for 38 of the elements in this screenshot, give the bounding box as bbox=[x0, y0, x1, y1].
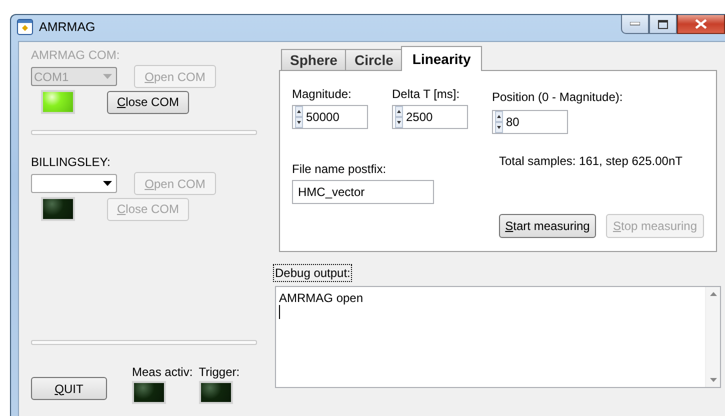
start-measuring-button[interactable]: Start measuring bbox=[499, 214, 596, 238]
port-label: AMRMAG COM: bbox=[31, 48, 121, 63]
total-samples-text: Total samples: 161, step 625.00nT bbox=[499, 154, 684, 168]
spin-field[interactable]: 50000 bbox=[292, 105, 368, 129]
close-icon bbox=[695, 19, 707, 29]
tab[interactable]: Linearity bbox=[401, 46, 482, 71]
spin-field[interactable]: 2500 bbox=[392, 105, 468, 129]
field-label: Magnitude: bbox=[292, 87, 352, 101]
scrollbar[interactable] bbox=[705, 287, 720, 387]
port-dropdown[interactable] bbox=[31, 174, 117, 193]
scroll-up-icon[interactable] bbox=[710, 292, 716, 296]
field-label: Delta T [ms]: bbox=[392, 87, 461, 101]
debug-line: AMRMAG open bbox=[279, 291, 364, 305]
indicator-label: Meas activ: bbox=[132, 365, 193, 379]
minimize-button[interactable] bbox=[621, 15, 649, 34]
indicator-label: Trigger: bbox=[198, 365, 240, 379]
maximize-button[interactable] bbox=[649, 15, 677, 34]
caret-icon bbox=[103, 181, 112, 186]
port-label: BILLINGSLEY: bbox=[31, 155, 112, 170]
tab[interactable]: Sphere bbox=[281, 49, 346, 70]
scroll-down-icon[interactable] bbox=[710, 378, 716, 382]
window-title: AMRMAG bbox=[39, 20, 96, 34]
tab[interactable]: Circle bbox=[345, 49, 402, 70]
quit-button[interactable]: QUIT bbox=[31, 377, 107, 400]
debug-label: Debug output: bbox=[273, 264, 352, 282]
minimize-icon bbox=[630, 22, 640, 26]
caret-icon bbox=[103, 74, 112, 79]
close-button[interactable] bbox=[677, 15, 725, 34]
app-icon bbox=[17, 19, 33, 35]
postfix-field[interactable]: HMC_vector bbox=[292, 180, 434, 204]
spin-arrows-icon[interactable] bbox=[395, 106, 403, 128]
field-label: File name postfix: bbox=[292, 162, 388, 176]
spin-field[interactable]: 80 bbox=[492, 110, 568, 134]
spin-arrows-icon[interactable] bbox=[495, 111, 503, 133]
maximize-icon bbox=[658, 20, 668, 28]
spin-arrows-icon[interactable] bbox=[295, 106, 303, 128]
field-label: Position (0 - Magnitude): bbox=[492, 90, 623, 104]
debug-output-field[interactable]: AMRMAG open bbox=[275, 286, 721, 388]
